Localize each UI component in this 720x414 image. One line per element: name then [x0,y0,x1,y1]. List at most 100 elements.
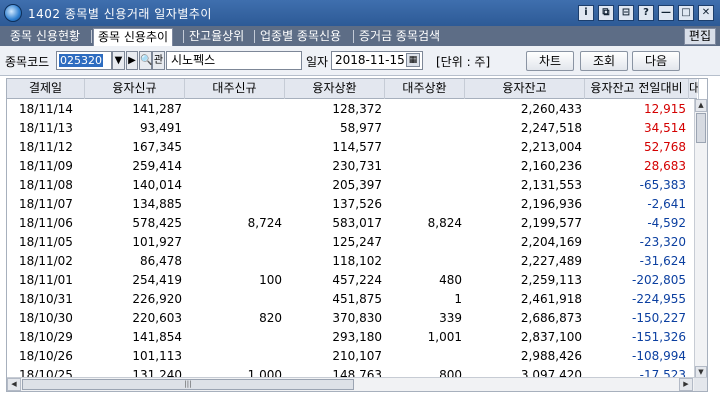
link-icon[interactable]: ⧉ [598,5,614,21]
value-cell: 451,875 [332,292,382,306]
value-cell: 2,213,004 [520,140,582,154]
column-header[interactable]: 대 [689,79,699,99]
value-cell: 2,131,553 [520,178,582,192]
value-cell: 86,478 [140,254,182,268]
value-cell: 578,425 [132,216,182,230]
tab-sector-credit[interactable]: 업종별 종목신용 [256,28,345,46]
stock-code-input[interactable]: 025320 [56,51,112,70]
value-cell: 230,731 [332,159,382,173]
table-row[interactable]: 18/10/30 220,603 820 370,830 339 2,686,873 -15… [7,309,695,328]
value-cell: 2,160,236 [520,159,582,173]
date-cell: 18/11/08 [19,178,73,192]
value-cell [185,119,285,138]
date-cell: 18/11/01 [19,273,73,287]
value-cell: 2,461,918 [520,292,582,306]
date-label: 일자 [306,55,329,69]
horizontal-scroll-thumb[interactable]: ||| [22,379,354,390]
column-header[interactable]: 융자신규 [85,79,185,99]
query-button[interactable]: 조회 [580,51,628,71]
table-row[interactable]: 18/11/14 141,287 128,372 2,260,433 12,915 [7,100,695,119]
value-cell: -31,624 [639,254,686,268]
date-cell: 18/10/31 [19,292,73,306]
value-cell: 226,920 [132,292,182,306]
column-header[interactable]: 대주신규 [185,79,285,99]
value-cell [385,195,465,214]
value-cell [385,138,465,157]
table-row[interactable]: 18/11/01 254,419 100 457,224 480 2,259,113 -20… [7,271,695,290]
info-icon[interactable]: i [578,5,594,21]
window-controls: i ⧉ ⊟ ? — □ ✕ [578,5,714,21]
value-cell: 259,414 [132,159,182,173]
value-cell [385,347,465,366]
vertical-scrollbar[interactable]: ▲ ▼ [694,99,707,379]
scroll-left-icon[interactable]: ◀ [7,378,21,391]
value-cell: 58,977 [340,121,382,135]
table-row[interactable]: 18/11/09 259,414 230,731 2,160,236 28,683 [7,157,695,176]
value-cell: 93,491 [140,121,182,135]
value-cell: 2,259,113 [520,273,582,287]
column-header[interactable]: 융자상환 [285,79,385,99]
value-cell: -2,641 [647,197,686,211]
value-cell: 339 [439,311,462,325]
chart-button[interactable]: 차트 [526,51,574,71]
app-logo-icon [4,4,22,22]
next-code-icon[interactable]: ▶ [126,51,138,70]
value-cell [185,176,285,195]
column-header[interactable]: 융자잔고 [465,79,585,99]
search-icon[interactable]: 🔍 [139,51,152,70]
edit-button[interactable]: 편집 [683,28,716,45]
tab-bar: 종목 신용현황 종목 신용추이 잔고율상위 업종별 종목신용 증거금 종목검색 … [0,26,720,46]
date-cell: 18/11/02 [19,254,73,268]
scroll-right-icon[interactable]: ▶ [679,378,693,391]
table-row[interactable]: 18/11/12 167,345 114,577 2,213,004 52,768 [7,138,695,157]
code-dropdown-icon[interactable]: ▼ [112,51,125,70]
tab-divider [353,30,354,43]
calendar-icon[interactable]: ▦ [406,53,420,67]
minimize-icon[interactable]: — [658,5,674,21]
table-row[interactable]: 18/11/02 86,478 118,102 2,227,489 -31,624 [7,252,695,271]
stock-name-field: 시노펙스 [166,51,302,70]
table-row[interactable]: 18/11/13 93,491 58,977 2,247,518 34,514 [7,119,695,138]
value-cell: 2,260,433 [520,102,582,116]
window-title: 1402 종목별 신용거래 일자별추이 [28,7,212,21]
value-cell: 128,372 [332,102,382,116]
value-cell: 293,180 [332,330,382,344]
related-button[interactable]: 관 [152,51,165,70]
value-cell: 205,397 [332,178,382,192]
table-row[interactable]: 18/10/26 101,113 210,107 2,988,426 -108,994 [7,347,695,366]
value-cell: 8,724 [247,216,282,230]
date-cell: 18/11/12 [19,140,73,154]
value-cell: -4,592 [647,216,686,230]
close-icon[interactable]: ✕ [698,5,714,21]
tab-credit-trend[interactable]: 종목 신용추이 [93,28,174,46]
value-cell: 254,419 [132,273,182,287]
column-header[interactable]: 결제일 [7,79,85,99]
table-row[interactable]: 18/10/31 226,920 451,875 1 2,461,918 -224,955 [7,290,695,309]
table-row[interactable]: 18/11/06 578,425 8,724 583,017 8,824 2,199,57… [7,214,695,233]
horizontal-scrollbar[interactable]: ◀ ||| ▶ [7,377,707,391]
next-button[interactable]: 다음 [632,51,680,71]
date-cell: 18/11/13 [19,121,73,135]
value-cell [385,176,465,195]
maximize-icon[interactable]: □ [678,5,694,21]
table-row[interactable]: 18/11/05 101,927 125,247 2,204,169 -23,320 [7,233,695,252]
table-row[interactable]: 18/10/29 141,854 293,180 1,001 2,837,100 -151… [7,328,695,347]
table-row[interactable]: 18/11/07 134,885 137,526 2,196,936 -2,641 [7,195,695,214]
layout-icon[interactable]: ⊟ [618,5,634,21]
column-header[interactable]: 대주상환 [385,79,465,99]
value-cell: 134,885 [132,197,182,211]
scroll-up-icon[interactable]: ▲ [695,99,707,112]
credit-trend-table[interactable]: 결제일 융자신규 대주신규 융자상환 대주상환 융자잔고 융자잔고 전일대비 대 18/11/… [6,78,708,392]
vertical-scroll-thumb[interactable] [696,113,706,143]
table-row[interactable]: 18/11/08 140,014 205,397 2,131,553 -65,383 [7,176,695,195]
column-header[interactable]: 융자잔고 전일대비 [585,79,689,99]
value-cell: -65,383 [639,178,686,192]
value-cell: 141,854 [132,330,182,344]
tab-balance-ratio-top[interactable]: 잔고율상위 [185,28,248,46]
value-cell: 28,683 [644,159,686,173]
help-icon[interactable]: ? [638,5,654,21]
tab-credit-status[interactable]: 종목 신용현황 [6,28,84,46]
value-cell: 210,107 [332,349,382,363]
tab-margin-search[interactable]: 증거금 종목검색 [355,28,444,46]
value-cell: 2,686,873 [520,311,582,325]
